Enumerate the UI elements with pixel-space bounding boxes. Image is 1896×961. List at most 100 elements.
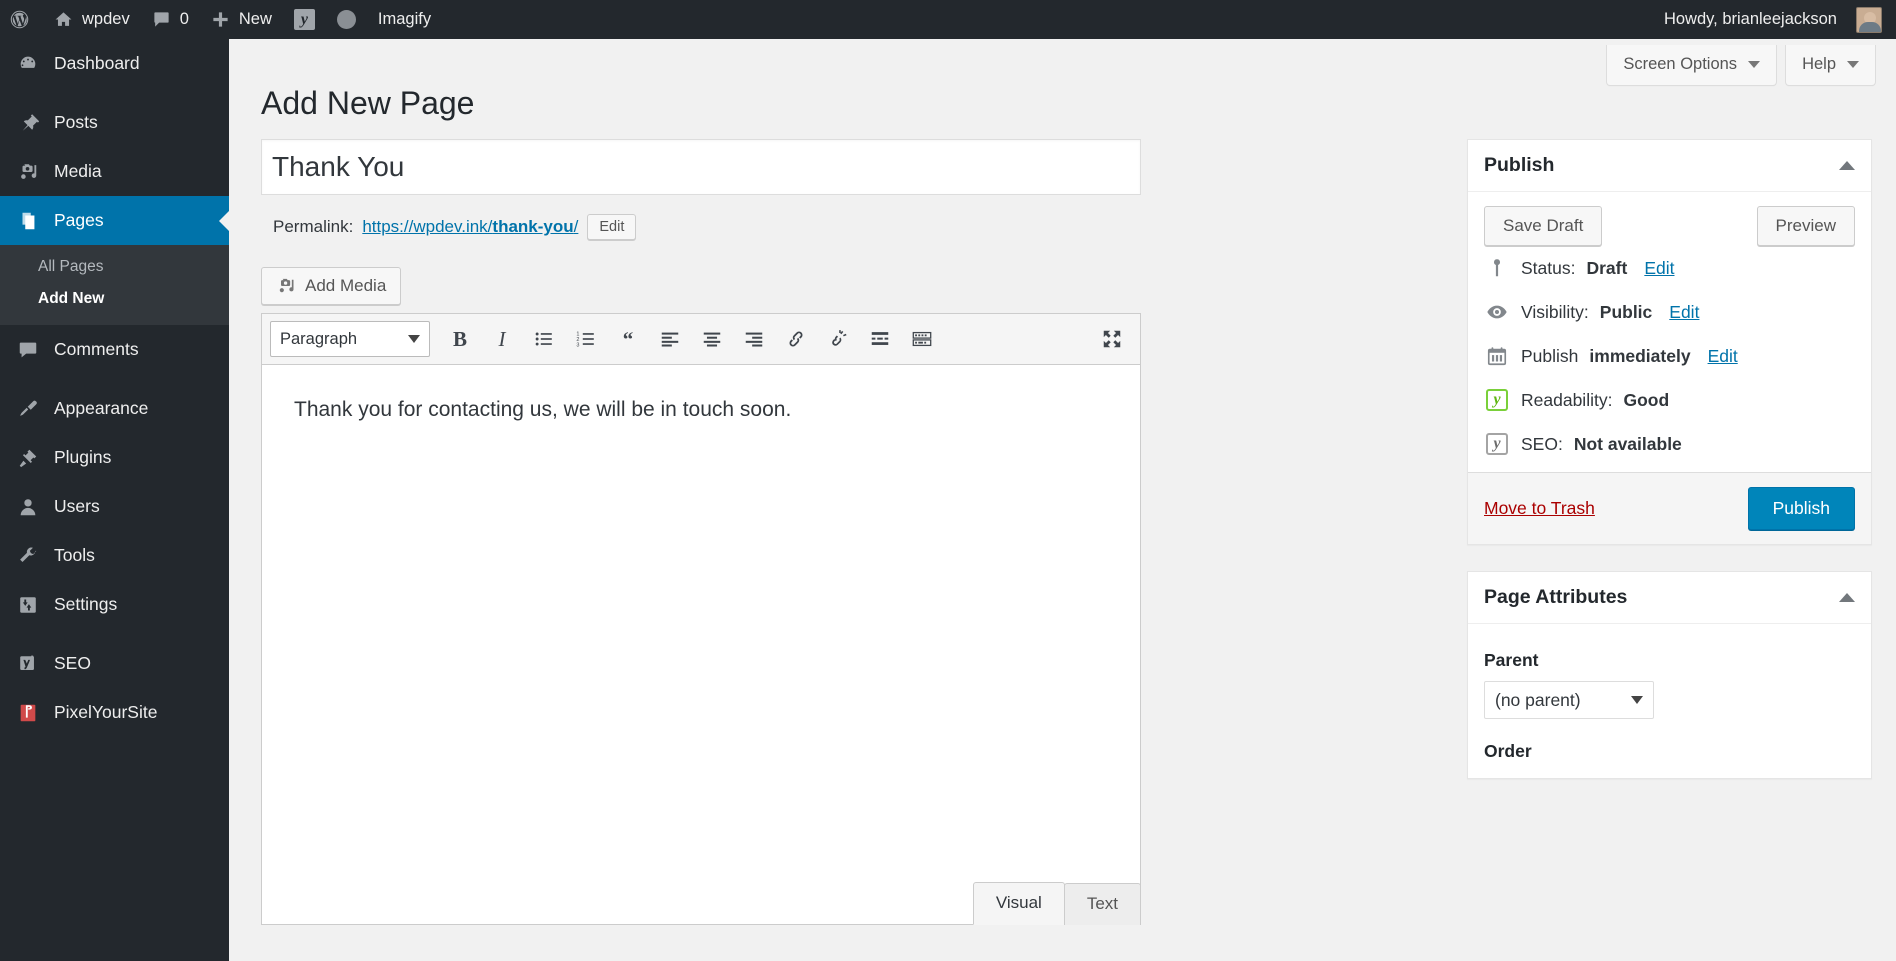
chevron-down-icon bbox=[1748, 61, 1760, 68]
page-attributes-header[interactable]: Page Attributes bbox=[1468, 572, 1871, 624]
wrench-icon bbox=[11, 545, 45, 567]
edit-visibility-link[interactable]: Edit bbox=[1669, 302, 1699, 323]
fullscreen-button[interactable] bbox=[1092, 320, 1132, 358]
sidebar-item-comments[interactable]: Comments bbox=[0, 325, 229, 374]
permalink-row: Permalink: https://wpdev.ink/thank-you/ … bbox=[261, 214, 1141, 240]
italic-button[interactable]: I bbox=[482, 320, 522, 358]
bold-button[interactable]: B bbox=[440, 320, 480, 358]
add-media-label: Add Media bbox=[305, 276, 386, 296]
bold-icon: B bbox=[453, 327, 467, 352]
publish-button[interactable]: Publish bbox=[1748, 487, 1855, 530]
editor-media-row: Add Media Visual Text bbox=[261, 267, 1141, 313]
align-right-button[interactable] bbox=[734, 320, 774, 358]
my-account-menu[interactable]: Howdy, brianleejackson bbox=[1653, 0, 1896, 39]
imagify-menu[interactable]: Imagify bbox=[367, 0, 442, 39]
align-left-button[interactable] bbox=[650, 320, 690, 358]
add-media-button[interactable]: Add Media bbox=[261, 267, 401, 305]
tab-visual[interactable]: Visual bbox=[973, 882, 1065, 925]
sidebar-item-plugins[interactable]: Plugins bbox=[0, 433, 229, 482]
imagify-label: Imagify bbox=[378, 10, 431, 29]
parent-select[interactable]: (no parent) bbox=[1484, 681, 1654, 719]
sidebar-item-pixelyoursite[interactable]: PixelYourSite bbox=[0, 688, 229, 737]
admin-bar: wpdev 0 New y Imagify Howdy, brianleejac… bbox=[0, 0, 1896, 39]
visibility-value: Public bbox=[1600, 302, 1653, 323]
circle-menu[interactable] bbox=[326, 0, 367, 39]
site-name-menu[interactable]: wpdev bbox=[43, 0, 141, 39]
publish-time-value: immediately bbox=[1589, 346, 1690, 367]
chevron-up-icon[interactable] bbox=[1839, 161, 1855, 170]
tab-text[interactable]: Text bbox=[1064, 883, 1141, 925]
help-label: Help bbox=[1802, 55, 1836, 74]
sidebar-item-all-pages[interactable]: All Pages bbox=[0, 251, 229, 283]
paragraph-format-select[interactable]: Paragraph bbox=[270, 321, 430, 357]
numbered-list-button[interactable]: 123 bbox=[566, 320, 606, 358]
page-attributes-postbox: Page Attributes Parent (no parent) Order bbox=[1467, 571, 1872, 779]
comments-menu[interactable]: 0 bbox=[141, 0, 200, 39]
italic-icon: I bbox=[499, 327, 506, 352]
parent-label: Parent bbox=[1484, 650, 1855, 671]
sidebar-item-media[interactable]: Media bbox=[0, 147, 229, 196]
sidebar-item-label: Appearance bbox=[54, 398, 148, 419]
sidebar-item-pages[interactable]: Pages bbox=[0, 196, 229, 245]
page-attributes-title: Page Attributes bbox=[1484, 586, 1627, 609]
toolbar-toggle-button[interactable] bbox=[902, 320, 942, 358]
permalink-link[interactable]: https://wpdev.ink/thank-you/ bbox=[362, 217, 578, 237]
fullscreen-icon bbox=[1101, 328, 1123, 350]
sidebar-item-label: Posts bbox=[54, 112, 98, 133]
preview-button[interactable]: Preview bbox=[1757, 206, 1855, 246]
seo-row: y SEO: Not available bbox=[1484, 422, 1855, 466]
parent-select-value: (no parent) bbox=[1495, 690, 1581, 711]
remove-link-button[interactable] bbox=[818, 320, 858, 358]
publish-postbox: Publish Save Draft Preview Status: Draft… bbox=[1467, 139, 1872, 545]
page-attributes-body: Parent (no parent) Order bbox=[1468, 624, 1871, 778]
permalink-slug: thank-you bbox=[492, 217, 573, 236]
help-button[interactable]: Help bbox=[1785, 45, 1876, 86]
blockquote-icon: “ bbox=[623, 327, 634, 352]
sidebar-item-tools[interactable]: Tools bbox=[0, 531, 229, 580]
move-to-trash-link[interactable]: Move to Trash bbox=[1484, 498, 1595, 519]
eye-icon bbox=[1484, 301, 1510, 323]
sidebar-item-seo[interactable]: SEO bbox=[0, 639, 229, 688]
yoast-seo-menu[interactable]: y bbox=[283, 0, 326, 39]
blockquote-button[interactable]: “ bbox=[608, 320, 648, 358]
screen-options-button[interactable]: Screen Options bbox=[1606, 45, 1777, 86]
seo-label: SEO: bbox=[1521, 434, 1563, 455]
sidebar-item-settings[interactable]: Settings bbox=[0, 580, 229, 629]
screen-options-label: Screen Options bbox=[1623, 55, 1737, 74]
publish-time-label: Publish bbox=[1521, 346, 1578, 367]
comment-bubble-icon bbox=[152, 10, 171, 29]
sidebar-item-label: Users bbox=[54, 496, 100, 517]
circle-icon bbox=[337, 10, 356, 29]
readability-value: Good bbox=[1623, 390, 1669, 411]
numbered-list-icon: 123 bbox=[575, 328, 597, 350]
sidebar-item-users[interactable]: Users bbox=[0, 482, 229, 531]
seo-value: Not available bbox=[1574, 434, 1682, 455]
yoast-seo-icon: y bbox=[294, 9, 315, 30]
align-center-button[interactable] bbox=[692, 320, 732, 358]
sidebar-item-label: Settings bbox=[54, 594, 117, 615]
publish-postbox-header[interactable]: Publish bbox=[1468, 140, 1871, 192]
publish-postbox-title: Publish bbox=[1484, 154, 1554, 177]
insert-link-button[interactable] bbox=[776, 320, 816, 358]
sidebar-item-add-new[interactable]: Add New bbox=[0, 283, 229, 315]
chevron-up-icon[interactable] bbox=[1839, 593, 1855, 602]
sidebar-separator bbox=[0, 374, 229, 384]
post-title-input[interactable] bbox=[261, 139, 1141, 195]
editor-content-area[interactable]: Thank you for contacting us, we will be … bbox=[261, 365, 1141, 925]
sidebar-item-dashboard[interactable]: Dashboard bbox=[0, 39, 229, 88]
insert-read-more-button[interactable] bbox=[860, 320, 900, 358]
sidebar-item-label: PixelYourSite bbox=[54, 702, 157, 723]
wordpress-logo-button[interactable] bbox=[0, 0, 43, 39]
new-content-menu[interactable]: New bbox=[200, 0, 283, 39]
edit-status-link[interactable]: Edit bbox=[1644, 258, 1674, 279]
save-draft-button[interactable]: Save Draft bbox=[1484, 206, 1602, 246]
bulleted-list-button[interactable] bbox=[524, 320, 564, 358]
yoast-icon bbox=[11, 653, 45, 675]
edit-publish-time-link[interactable]: Edit bbox=[1708, 346, 1738, 367]
permalink-prefix: https://wpdev.ink/ bbox=[362, 217, 492, 236]
edit-permalink-button[interactable]: Edit bbox=[587, 214, 636, 240]
wordpress-logo-icon bbox=[9, 9, 30, 30]
chevron-down-icon bbox=[1631, 696, 1643, 704]
sidebar-item-appearance[interactable]: Appearance bbox=[0, 384, 229, 433]
sidebar-item-posts[interactable]: Posts bbox=[0, 98, 229, 147]
